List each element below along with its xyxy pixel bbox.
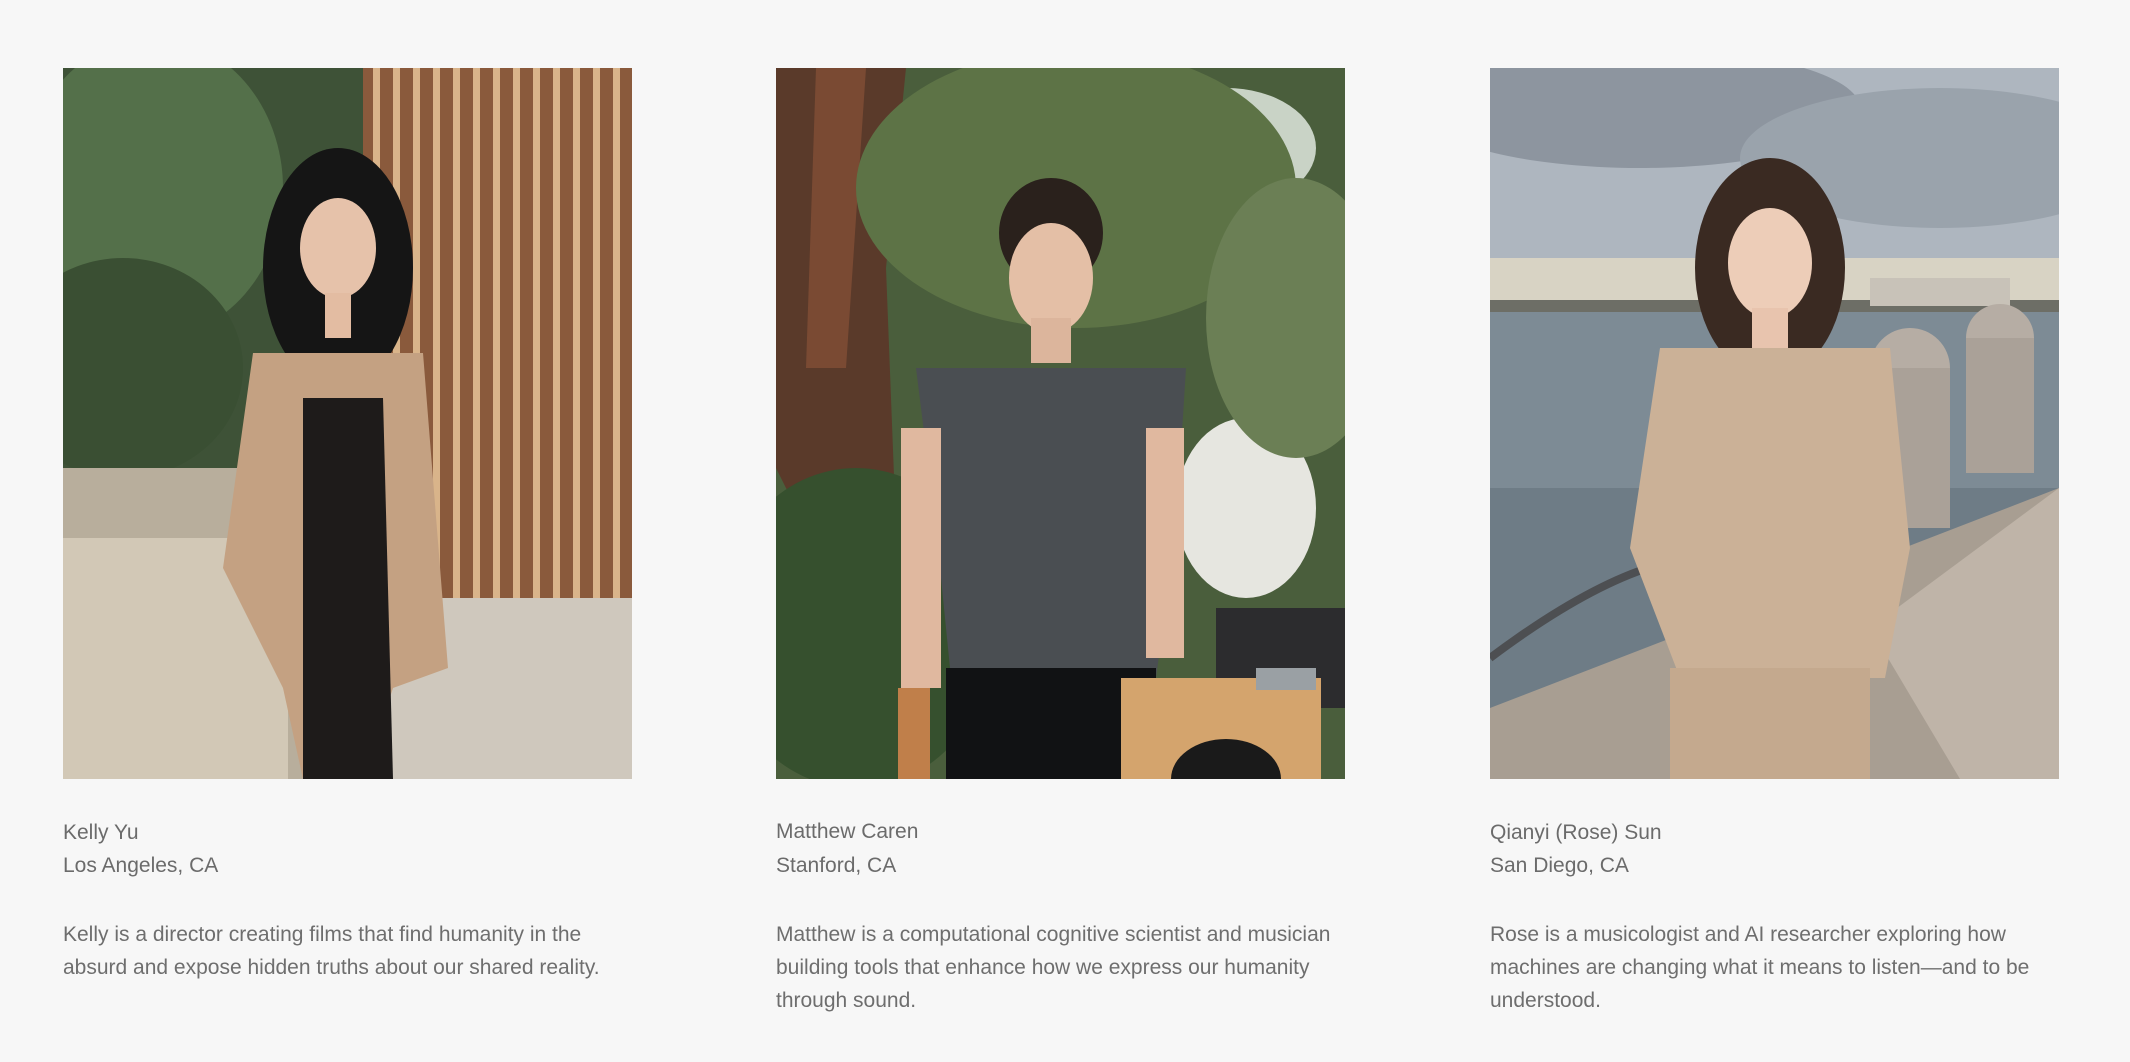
person-name: Kelly Yu bbox=[63, 821, 139, 844]
person-name: Qianyi (Rose) Sun bbox=[1490, 821, 1662, 844]
person-name: Matthew Caren bbox=[776, 820, 919, 843]
portrait-photo bbox=[1490, 68, 2059, 779]
person-bio: Matthew is a computational cognitive sci… bbox=[776, 923, 1331, 1012]
portrait-photo bbox=[776, 68, 1345, 779]
portrait-photo bbox=[63, 68, 632, 779]
people-grid: Kelly Yu Los Angeles, CA Kelly is a dire… bbox=[0, 0, 2130, 1062]
person-location: Los Angeles, CA bbox=[63, 854, 219, 877]
person-bio: Kelly is a director creating films that … bbox=[63, 923, 600, 979]
person-location: Stanford, CA bbox=[776, 854, 897, 877]
person-bio: Rose is a musicologist and AI researcher… bbox=[1490, 923, 2030, 1012]
person-location: San Diego, CA bbox=[1490, 854, 1629, 877]
